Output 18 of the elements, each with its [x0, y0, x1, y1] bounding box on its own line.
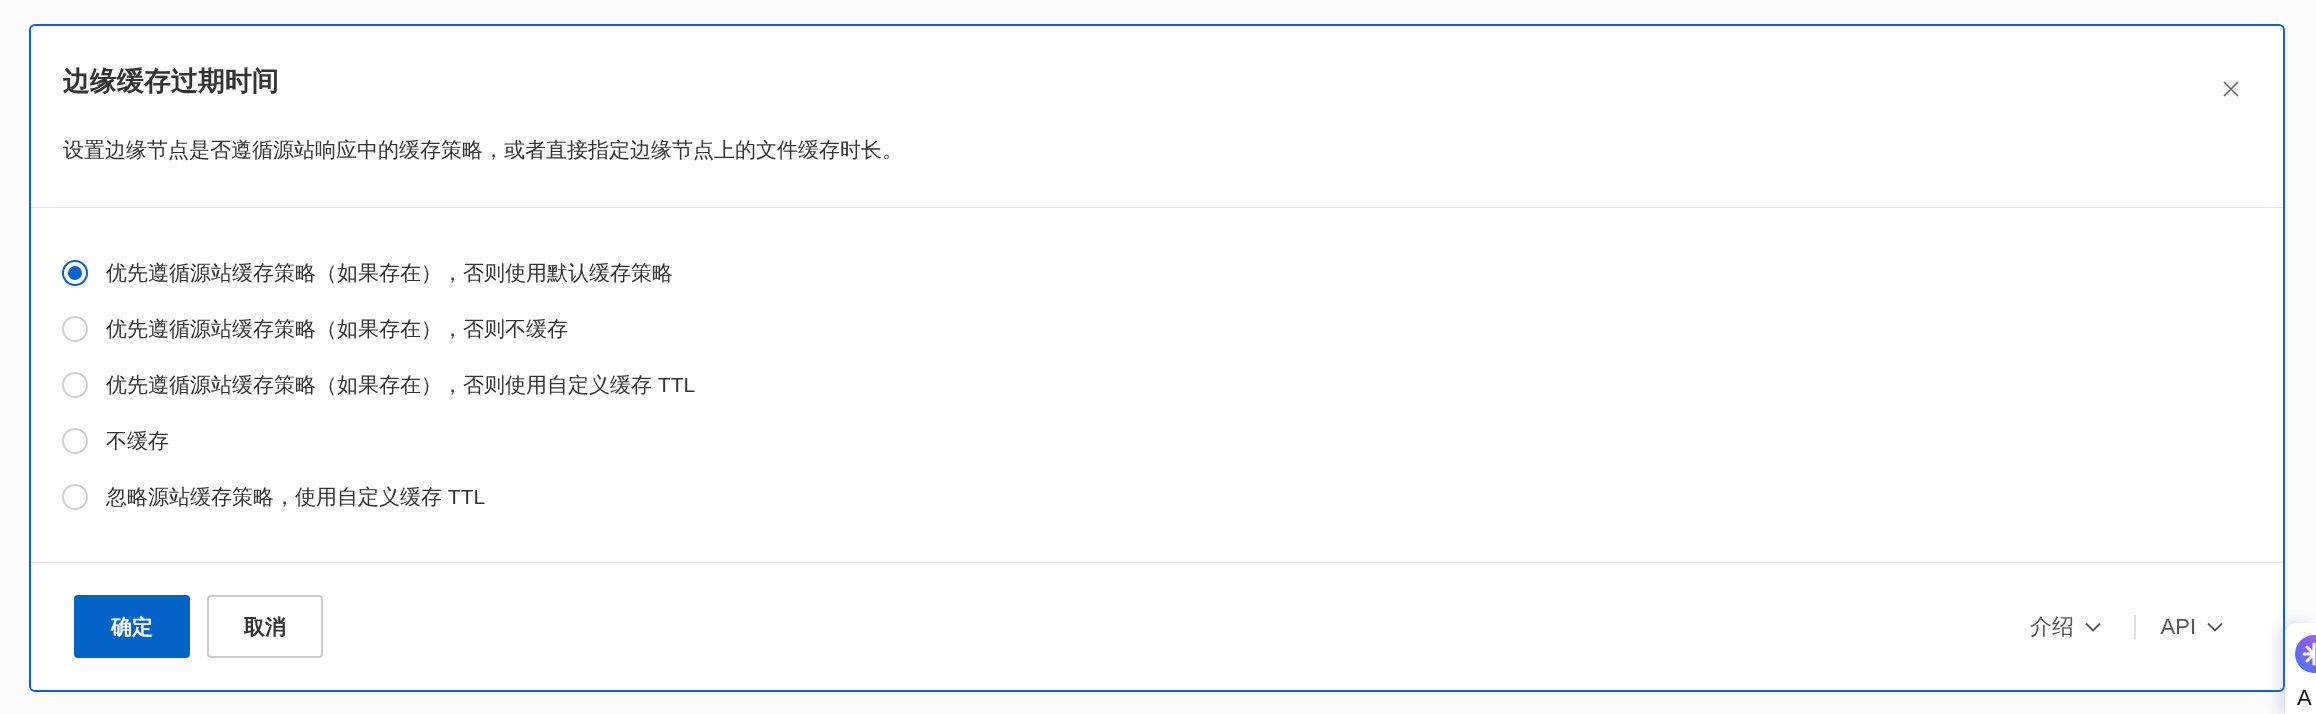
chevron-down-icon [2207, 621, 2223, 632]
radio-label[interactable]: 忽略源站缓存策略，使用自定义缓存 TTL [106, 483, 486, 511]
radio-button[interactable] [62, 260, 88, 286]
chevron-down-icon [2084, 621, 2101, 632]
radio-label[interactable]: 优先遵循源站缓存策略（如果存在），否则不缓存 [106, 315, 568, 343]
dialog-description: 设置边缘节点是否遵循源站响应中的缓存策略，或者直接指定边缘节点上的文件缓存时长。 [63, 137, 904, 163]
close-icon[interactable] [2223, 81, 2239, 97]
confirm-button[interactable]: 确定 [74, 595, 190, 658]
sparkle-icon [2294, 635, 2316, 673]
cancel-button[interactable]: 取消 [207, 595, 323, 658]
dropdown-link[interactable]: API [2160, 612, 2223, 641]
panel-label: A [2297, 685, 2312, 711]
radio-label[interactable]: 优先遵循源站缓存策略（如果存在），否则使用自定义缓存 TTL [106, 371, 696, 399]
radio-label[interactable]: 不缓存 [106, 427, 169, 455]
floating-panel[interactable]: A [2285, 623, 2316, 714]
dialog-title: 边缘缓存过期时间 [63, 65, 279, 97]
radio-label[interactable]: 优先遵循源站缓存策略（如果存在），否则使用默认缓存策略 [106, 259, 673, 287]
dropdown-link[interactable]: 介绍 [2029, 612, 2101, 641]
